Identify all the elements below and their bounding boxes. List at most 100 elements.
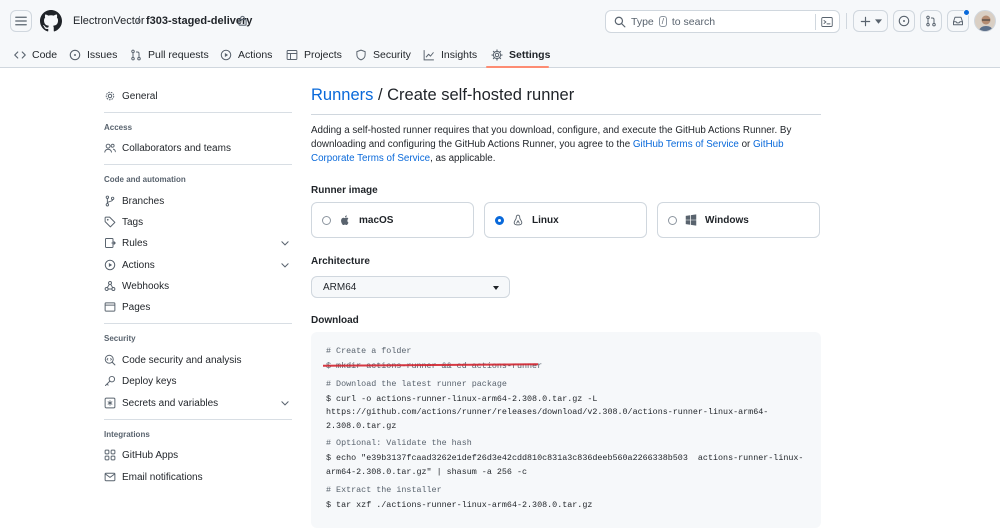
code-command: arm64-2.308.0.tar.gz" | shasum -a 256 -c — [326, 467, 528, 477]
tab-insights[interactable]: Insights — [423, 42, 477, 68]
slash-key-hint: / — [658, 16, 667, 27]
radio-button[interactable] — [322, 215, 331, 225]
triangle-down-icon — [875, 19, 882, 24]
breadcrumb-separator: / — [137, 15, 141, 27]
code-icon — [14, 51, 26, 59]
code-command: https://github.com/actions/runner/releas… — [326, 407, 769, 417]
code-command: $ echo "e39b3137fcaad3262e1def26d3e42cdd… — [326, 453, 804, 463]
tab-label: Pull requests — [148, 49, 209, 61]
architecture-label: Architecture — [311, 256, 370, 267]
sidebar-item-email-notifications[interactable]: Email notifications — [100, 467, 296, 487]
notification-indicator — [963, 9, 970, 16]
sidebar-item-branches[interactable]: Branches — [100, 191, 296, 211]
sidebar-item-secrets[interactable]: Secrets and variables — [100, 393, 296, 413]
download-label: Download — [311, 315, 359, 326]
runner-image-macos[interactable]: macOS — [311, 202, 474, 238]
architecture-selected-value: ARM64 — [323, 281, 357, 293]
runner-image-windows[interactable]: Windows — [657, 202, 820, 238]
sidebar-item-label: Branches — [122, 195, 165, 207]
github-logo-icon[interactable] — [40, 10, 62, 32]
radio-button-selected[interactable] — [495, 215, 504, 225]
sidebar-item-label: Collaborators and teams — [122, 142, 231, 154]
runner-image-label-text: macOS — [359, 214, 394, 226]
chevron-down-icon — [281, 401, 289, 406]
sidebar-item-github-apps[interactable]: GitHub Apps — [100, 445, 296, 465]
key-icon — [105, 375, 116, 386]
sidebar-item-pages[interactable]: Pages — [100, 297, 296, 317]
search-placeholder: Type / to search — [631, 16, 716, 28]
repo-push-icon — [105, 238, 116, 248]
create-new-button[interactable] — [853, 10, 888, 32]
tab-pull-requests[interactable]: Pull requests — [130, 42, 209, 68]
sidebar-item-rules[interactable]: Rules — [100, 233, 296, 253]
shield-icon — [356, 49, 366, 61]
your-pull-requests-button[interactable] — [920, 10, 942, 32]
your-issues-button[interactable] — [893, 10, 915, 32]
mail-icon — [104, 472, 116, 482]
search-divider — [815, 14, 816, 30]
sidebar-item-tags[interactable]: Tags — [100, 212, 296, 232]
gear-icon — [491, 49, 503, 61]
sidebar-item-label: GitHub Apps — [122, 449, 179, 461]
avatar[interactable] — [974, 10, 996, 32]
download-code-block[interactable]: # Create a folder $ mkdir actions-runner… — [311, 332, 821, 528]
tab-label: Insights — [441, 49, 478, 61]
sidebar-heading-access: Access — [104, 123, 133, 132]
code-comment: # Download the latest runner package — [326, 379, 507, 389]
tab-security[interactable]: Security — [355, 42, 411, 68]
terms-of-service-link[interactable]: GitHub Terms of Service — [633, 139, 739, 150]
sidebar-item-webhooks[interactable]: Webhooks — [100, 276, 296, 296]
global-header: ElectronVector / f303-staged-delivery Ty… — [0, 0, 1000, 68]
apps-icon — [104, 449, 116, 461]
repo-nav-tabs: Code Issues Pull requests Actions Projec… — [0, 42, 1000, 68]
graph-icon — [423, 50, 434, 61]
sidebar-item-label: Pages — [122, 301, 151, 313]
pull-request-icon — [131, 49, 141, 61]
sidebar-item-actions[interactable]: Actions — [100, 255, 296, 275]
tab-label: Code — [32, 49, 58, 61]
tab-label: Settings — [509, 49, 551, 61]
runners-breadcrumb-link[interactable]: Runners — [311, 86, 373, 104]
chevron-down-icon — [281, 241, 289, 246]
architecture-select[interactable]: ARM64 — [311, 276, 510, 298]
sidebar-item-label: General — [122, 90, 158, 102]
search-icon — [614, 16, 626, 28]
people-icon — [104, 143, 116, 153]
issue-icon — [69, 49, 81, 61]
sidebar-item-label: Deploy keys — [122, 375, 177, 387]
tab-actions[interactable]: Actions — [220, 42, 272, 68]
webhook-icon — [104, 281, 116, 291]
sidebar-item-label: Webhooks — [122, 280, 170, 292]
sidebar-item-deploy-keys[interactable]: Deploy keys — [100, 371, 296, 391]
radio-button[interactable] — [668, 215, 677, 225]
selected-tab-indicator — [486, 66, 549, 68]
search-input[interactable]: Type / to search — [605, 10, 840, 33]
plus-icon — [860, 16, 871, 27]
code-comment: # Create a folder — [326, 346, 412, 356]
runner-image-linux[interactable]: Linux — [484, 202, 647, 238]
code-comment: # Extract the installer — [326, 485, 442, 495]
tab-issues[interactable]: Issues — [69, 42, 117, 68]
code-command: $ curl -o actions-runner-linux-arm64-2.3… — [326, 394, 598, 404]
sidebar-item-code-security[interactable]: Code security and analysis — [100, 350, 296, 370]
page-title-text: / Create self-hosted runner — [373, 86, 575, 104]
sidebar-divider — [104, 419, 292, 420]
lock-icon — [238, 15, 247, 26]
codescan-icon — [104, 354, 116, 366]
sidebar-item-collaborators[interactable]: Collaborators and teams — [100, 138, 296, 158]
tab-code[interactable]: Code — [14, 42, 57, 68]
git-pull-request-icon — [926, 15, 936, 27]
tab-projects[interactable]: Projects — [286, 42, 342, 68]
breadcrumb-repo-link[interactable]: f303-staged-delivery — [146, 15, 252, 27]
git-branch-icon — [105, 195, 115, 207]
issue-opened-icon — [898, 15, 910, 27]
tab-settings[interactable]: Settings — [491, 42, 550, 68]
sidebar-item-general[interactable]: General — [100, 86, 296, 106]
inbox-icon — [953, 16, 963, 26]
command-palette-icon[interactable] — [821, 16, 833, 28]
tab-label: Security — [373, 49, 411, 61]
code-comment: # Optional: Validate the hash — [326, 438, 472, 448]
breadcrumb-owner-link[interactable]: ElectronVector — [73, 15, 145, 27]
sidebar-item-label: Secrets and variables — [122, 397, 219, 409]
hamburger-menu-button[interactable] — [10, 10, 32, 32]
